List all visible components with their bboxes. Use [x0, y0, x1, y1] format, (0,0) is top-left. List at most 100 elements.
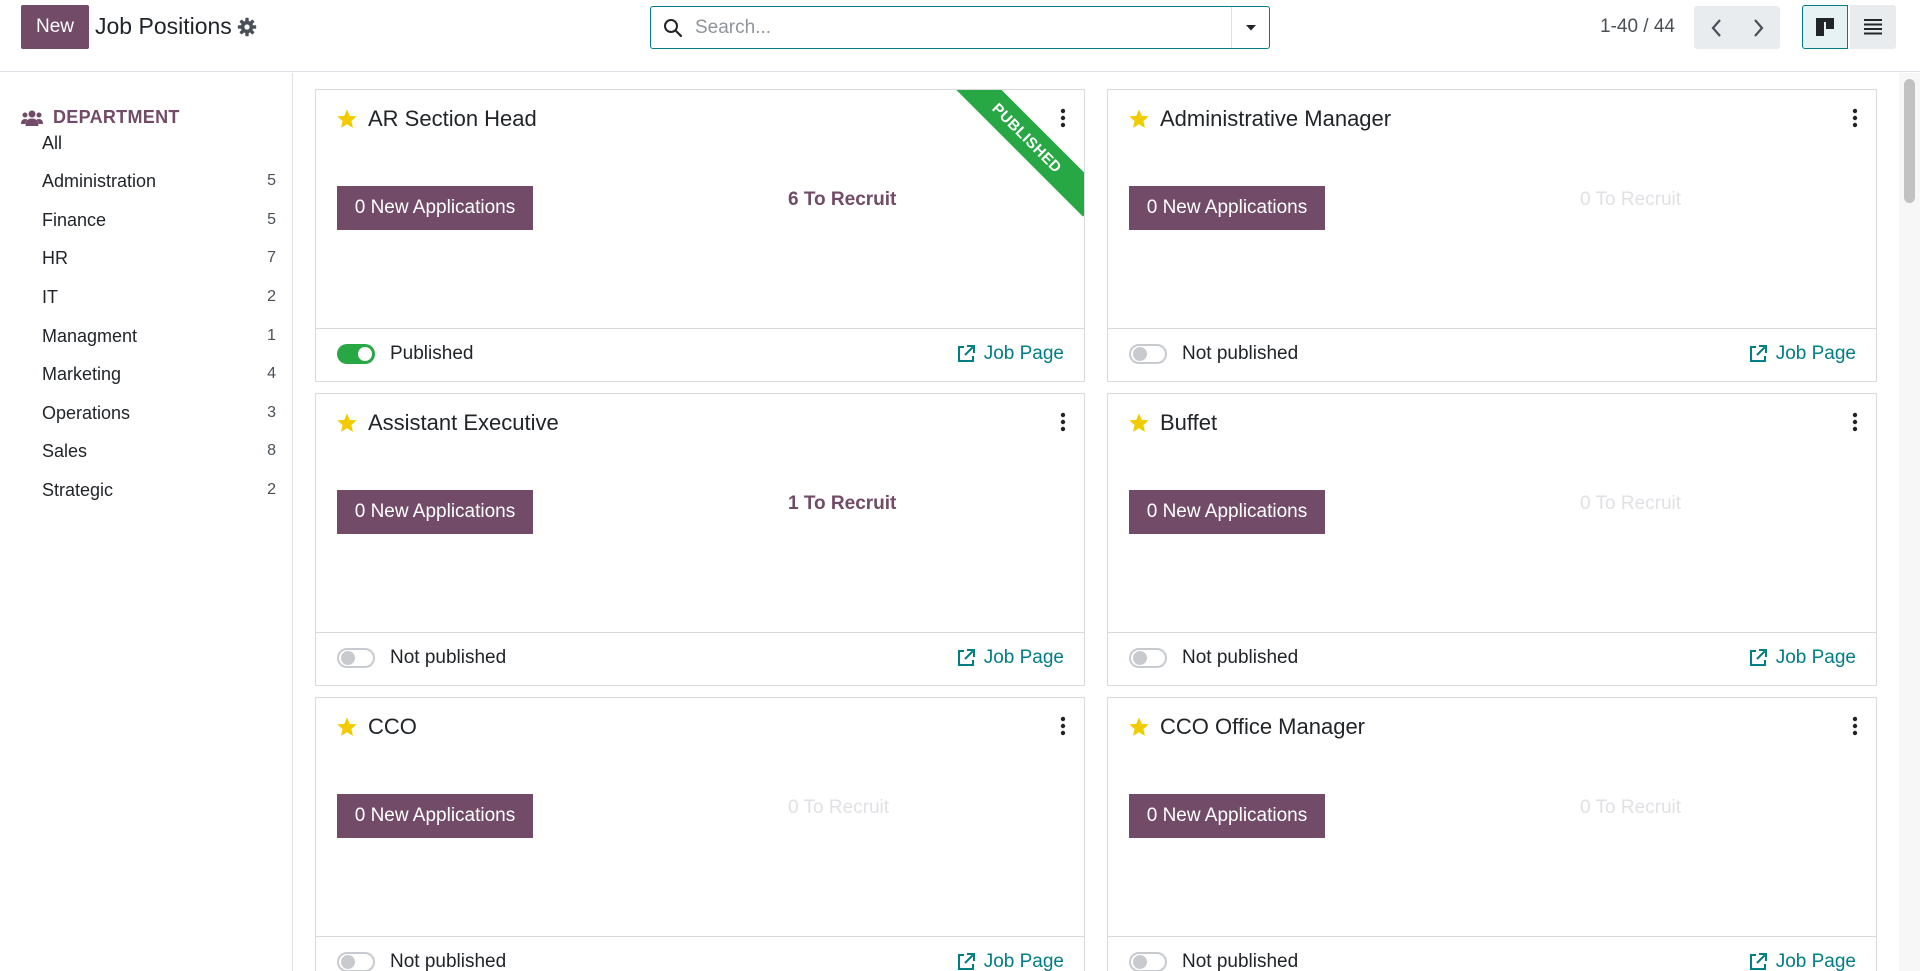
job-card-buffet[interactable]: Buffet 0 New Applications 0 To Recruit N…	[1107, 393, 1877, 686]
job-card-ar-section-head[interactable]: PUBLISHED AR Section Head 0 New Applicat…	[315, 89, 1085, 382]
job-page-link[interactable]: Job Page	[956, 647, 1064, 669]
job-page-link[interactable]: Job Page	[1748, 343, 1856, 365]
department-filter-all[interactable]: All	[42, 125, 276, 161]
to-recruit-link[interactable]: 1 To Recruit	[788, 493, 896, 515]
list-view-button[interactable]	[1850, 5, 1896, 49]
card-footer: Not published Job Page	[1108, 632, 1876, 685]
publish-status: Not published	[1182, 951, 1299, 971]
published-toggle[interactable]	[337, 648, 375, 668]
job-title[interactable]: CCO	[368, 714, 417, 740]
kanban-view-button[interactable]	[1802, 5, 1848, 49]
new-applications-button[interactable]: 0 New Applications	[1129, 490, 1325, 534]
pager-previous-button[interactable]	[1694, 6, 1737, 49]
kanban-view: PUBLISHED AR Section Head 0 New Applicat…	[294, 73, 1894, 971]
published-toggle[interactable]	[337, 344, 375, 364]
job-page-link[interactable]: Job Page	[956, 951, 1064, 971]
filter-label: All	[42, 132, 63, 153]
filter-count: 5	[267, 211, 276, 228]
department-filter-managment[interactable]: Managment 1	[42, 318, 276, 354]
department-filter-strategic[interactable]: Strategic 2	[42, 472, 276, 508]
to-recruit-link[interactable]: 0 To Recruit	[1580, 493, 1681, 515]
department-filter-administration[interactable]: Administration 5	[42, 163, 276, 199]
job-page-link[interactable]: Job Page	[1748, 951, 1856, 971]
published-toggle[interactable]	[1129, 648, 1167, 668]
star-icon[interactable]	[336, 412, 358, 434]
new-applications-button[interactable]: 0 New Applications	[337, 186, 533, 230]
scrollbar-thumb[interactable]	[1904, 79, 1915, 203]
job-title[interactable]: CCO Office Manager	[1160, 714, 1365, 740]
filter-count: 7	[267, 249, 276, 266]
job-page-link[interactable]: Job Page	[1748, 647, 1856, 669]
filter-label: Finance	[42, 209, 107, 230]
card-header: Administrative Manager	[1128, 106, 1391, 132]
pager-value[interactable]: 1-40 / 44	[1600, 16, 1675, 38]
external-link-icon	[1749, 345, 1767, 362]
filter-count: 3	[267, 404, 276, 421]
job-page-label: Job Page	[983, 343, 1064, 364]
search-options-toggle[interactable]	[1231, 7, 1269, 48]
job-title[interactable]: AR Section Head	[368, 106, 537, 132]
kebab-menu-icon[interactable]	[1060, 412, 1066, 432]
filter-count: 8	[267, 442, 276, 459]
job-title[interactable]: Buffet	[1160, 410, 1217, 436]
pager-next-button[interactable]	[1737, 6, 1780, 49]
chevron-left-icon	[1711, 18, 1721, 37]
filter-count: 2	[267, 481, 276, 498]
published-toggle[interactable]	[337, 952, 375, 971]
kebab-menu-icon[interactable]	[1852, 716, 1858, 736]
job-card-assistant-executive[interactable]: Assistant Executive 0 New Applications 1…	[315, 393, 1085, 686]
job-page-link[interactable]: Job Page	[956, 343, 1064, 365]
kebab-menu-icon[interactable]	[1060, 108, 1066, 128]
kebab-menu-icon[interactable]	[1852, 108, 1858, 128]
publish-status: Not published	[390, 951, 507, 971]
job-title[interactable]: Administrative Manager	[1160, 106, 1391, 132]
filter-label: Marketing	[42, 363, 122, 384]
to-recruit-link[interactable]: 0 To Recruit	[1580, 189, 1681, 211]
department-filter-finance[interactable]: Finance 5	[42, 202, 276, 238]
star-icon[interactable]	[336, 716, 358, 738]
publish-status: Not published	[1182, 647, 1299, 668]
kebab-menu-icon[interactable]	[1852, 412, 1858, 432]
filter-count: 4	[267, 365, 276, 382]
page-title: Job Positions	[95, 13, 232, 39]
card-footer: Published Job Page	[316, 328, 1084, 381]
kebab-menu-icon[interactable]	[1060, 716, 1066, 736]
job-page-label: Job Page	[1775, 647, 1856, 668]
department-filter-sales[interactable]: Sales 8	[42, 433, 276, 469]
new-button[interactable]: New	[21, 5, 89, 49]
job-card-administrative-manager[interactable]: Administrative Manager 0 New Application…	[1107, 89, 1877, 382]
new-applications-button[interactable]: 0 New Applications	[1129, 186, 1325, 230]
search-input[interactable]	[695, 8, 1231, 47]
filter-label: Operations	[42, 402, 131, 423]
department-filter-it[interactable]: IT 2	[42, 279, 276, 315]
published-toggle[interactable]	[1129, 344, 1167, 364]
control-panel: New Job Positions 1-40 / 44	[0, 0, 1920, 72]
job-title[interactable]: Assistant Executive	[368, 410, 559, 436]
vertical-scrollbar[interactable]	[1899, 73, 1920, 971]
department-filter-marketing[interactable]: Marketing 4	[42, 356, 276, 392]
star-icon[interactable]	[336, 108, 358, 130]
new-applications-button[interactable]: 0 New Applications	[1129, 794, 1325, 838]
star-icon[interactable]	[1128, 716, 1150, 738]
gear-icon[interactable]	[237, 17, 257, 37]
star-icon[interactable]	[1128, 108, 1150, 130]
to-recruit-link[interactable]: 0 To Recruit	[1580, 797, 1681, 819]
card-header: CCO	[336, 714, 417, 740]
published-toggle[interactable]	[1129, 952, 1167, 971]
search-panel: DEPARTMENT All Administration 5 Finance …	[0, 73, 293, 971]
job-card-cco-office-manager[interactable]: CCO Office Manager 0 New Applications 0 …	[1107, 697, 1877, 971]
star-icon[interactable]	[1128, 412, 1150, 434]
new-applications-button[interactable]: 0 New Applications	[337, 490, 533, 534]
department-filter-operations[interactable]: Operations 3	[42, 395, 276, 431]
to-recruit-link[interactable]: 0 To Recruit	[788, 797, 889, 819]
external-link-icon	[1749, 953, 1767, 970]
filter-label: HR	[42, 247, 68, 268]
external-link-icon	[957, 953, 975, 970]
department-filter-hr[interactable]: HR 7	[42, 240, 276, 276]
to-recruit-link[interactable]: 6 To Recruit	[788, 189, 896, 211]
new-applications-button[interactable]: 0 New Applications	[337, 794, 533, 838]
job-card-cco[interactable]: CCO 0 New Applications 0 To Recruit Not …	[315, 697, 1085, 971]
filter-label: IT	[42, 286, 58, 307]
chevron-right-icon	[1753, 18, 1763, 37]
users-icon	[21, 110, 43, 126]
